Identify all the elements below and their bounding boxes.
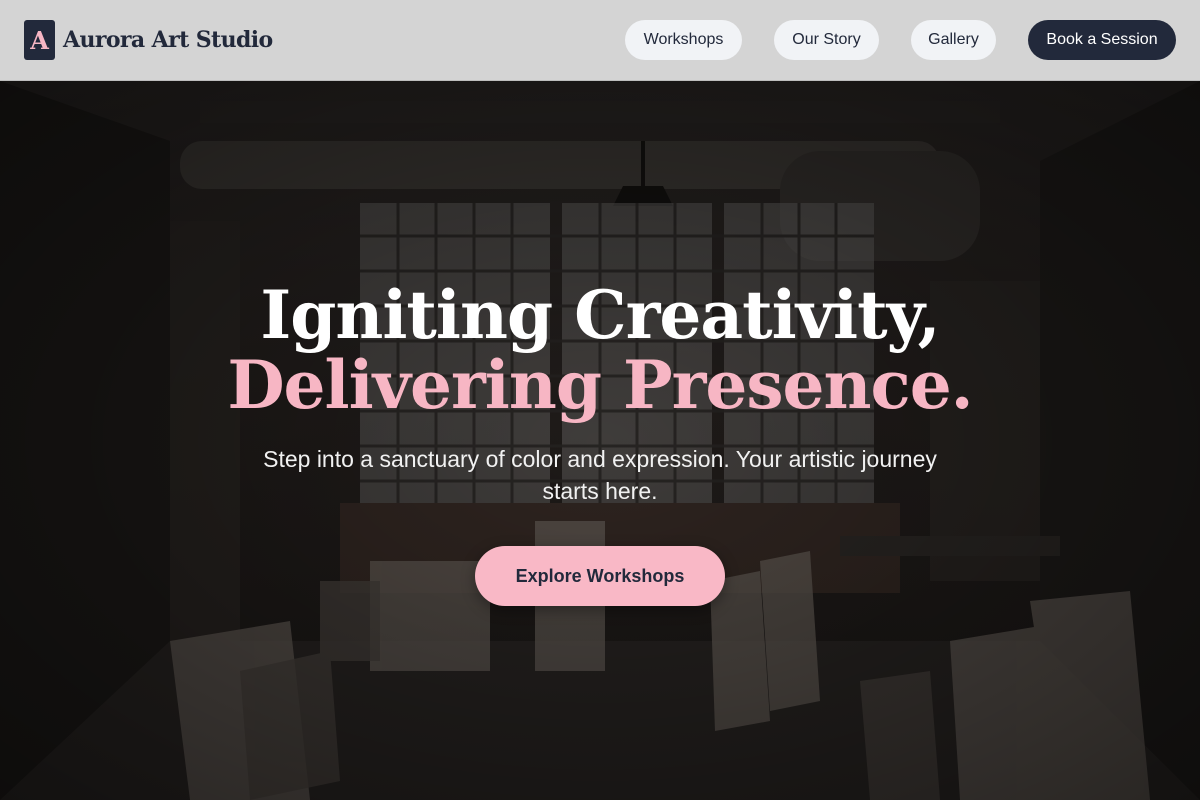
headline-line-1: Igniting Creativity, — [260, 276, 940, 354]
nav-gallery-link[interactable]: Gallery — [911, 20, 996, 60]
hero-dark-overlay — [0, 81, 1200, 800]
main-nav: Workshops Our Story Gallery Book a Sessi… — [0, 20, 1200, 60]
hero-section: Igniting Creativity, Delivering Presence… — [0, 81, 1200, 800]
headline-line-2: Delivering Presence. — [227, 346, 973, 424]
nav-our-story-link[interactable]: Our Story — [774, 20, 879, 60]
hero-subtext: Step into a sanctuary of color and expre… — [263, 446, 937, 504]
book-session-button[interactable]: Book a Session — [1028, 20, 1176, 60]
explore-workshops-button[interactable]: Explore Workshops — [475, 546, 725, 606]
nav-workshops-link[interactable]: Workshops — [625, 20, 742, 60]
site-header: A Aurora Art Studio Workshops Our Story … — [0, 0, 1200, 81]
